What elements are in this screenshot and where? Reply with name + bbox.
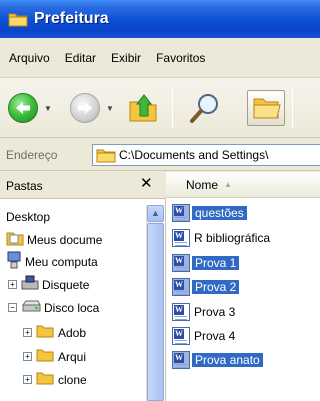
file-row-questoes[interactable]: W questões — [172, 202, 247, 224]
word-document-icon: W — [172, 278, 190, 296]
tree-item-label: Disco loca — [44, 300, 100, 315]
tree-item-meu-computador[interactable]: Meu computa — [6, 251, 98, 272]
up-folder-icon — [129, 94, 157, 122]
address-path: C:\Documents and Settings\ — [119, 148, 269, 162]
search-button[interactable] — [186, 90, 226, 126]
column-header-name[interactable]: Nome ▲ — [166, 172, 320, 198]
computer-icon — [6, 251, 22, 272]
tree-item-label: Arqui — [58, 349, 87, 364]
tree-item-meus-documentos[interactable]: Meus docume — [6, 230, 102, 249]
expand-icon[interactable]: + — [23, 352, 32, 361]
folders-icon — [253, 98, 281, 119]
forward-arrow-icon — [78, 102, 92, 114]
back-arrow-icon — [16, 102, 30, 114]
toolbar: ▼ ▼ — [0, 78, 320, 138]
tree-item-label: clone — [58, 372, 87, 387]
menu-exibir[interactable]: Exibir — [111, 51, 141, 65]
menu-editar[interactable]: Editar — [65, 51, 96, 65]
folders-pane: Pastas ✕ Desktop Meus docume Meu computa… — [0, 172, 166, 401]
file-row-prova-anato[interactable]: W Prova anato — [172, 349, 263, 371]
address-label: Endereço — [6, 147, 58, 162]
file-name: Prova 4 — [194, 329, 236, 343]
title-bar[interactable]: Prefeitura — [0, 0, 320, 38]
expand-icon[interactable]: + — [23, 328, 32, 337]
file-list-pane: Nome ▲ W questões W R bibliográfica W Pr… — [166, 172, 320, 401]
tree-item-label: Disquete — [42, 277, 90, 292]
tree-item-disco-local[interactable]: − Disco loca — [8, 299, 99, 316]
documents-folder-icon — [6, 230, 24, 249]
scroll-thumb[interactable] — [147, 223, 164, 401]
back-button[interactable] — [8, 93, 38, 123]
close-icon[interactable]: ✕ — [140, 174, 153, 192]
address-input[interactable]: C:\Documents and Settings\ — [92, 144, 320, 166]
folders-pane-header: Pastas ✕ — [0, 172, 166, 199]
scroll-up-button[interactable]: ▲ — [147, 205, 164, 222]
file-row-prova-4[interactable]: W Prova 4 — [172, 325, 237, 347]
column-header-label: Nome — [186, 178, 219, 192]
forward-button[interactable] — [70, 93, 100, 123]
menu-arquivo[interactable]: Arquivo — [9, 51, 50, 65]
folders-pane-title: Pastas — [6, 179, 43, 193]
file-name: Prova 3 — [194, 305, 236, 319]
sort-ascending-icon: ▲ — [224, 180, 232, 189]
folder-icon — [96, 147, 116, 166]
folder-icon — [36, 371, 54, 388]
menu-favoritos[interactable]: Favoritos — [156, 51, 205, 65]
toolbar-separator — [292, 88, 293, 128]
tree-item-label: Desktop — [6, 210, 51, 224]
tree-item-disquete[interactable]: + Disquete — [8, 275, 89, 294]
file-name: Prova 1 — [192, 256, 240, 270]
file-row-prova-3[interactable]: W Prova 3 — [172, 301, 237, 323]
up-folder-button[interactable] — [126, 90, 160, 126]
file-name: questões — [192, 206, 247, 220]
floppy-drive-icon — [21, 275, 39, 294]
search-icon — [190, 94, 218, 123]
collapse-icon[interactable]: − — [8, 303, 17, 312]
expand-icon[interactable]: + — [23, 375, 32, 384]
expand-icon[interactable]: + — [8, 280, 17, 289]
window-title: Prefeitura — [34, 10, 109, 27]
tree-item-arquivos[interactable]: + Arqui — [23, 348, 86, 365]
word-document-icon: W — [172, 229, 190, 247]
folder-icon — [36, 324, 54, 341]
file-row-bibliografica[interactable]: W R bibliográfica — [172, 227, 272, 249]
address-bar: Endereço C:\Documents and Settings\ — [0, 139, 320, 171]
file-row-prova-2[interactable]: W Prova 2 — [172, 276, 240, 298]
file-name: Prova anato — [192, 353, 263, 367]
tree-item-clone[interactable]: + clone — [23, 371, 87, 388]
tree-item-adobe[interactable]: + Adob — [23, 324, 86, 341]
file-row-prova-1[interactable]: W Prova 1 — [172, 252, 240, 274]
folders-button[interactable] — [247, 90, 285, 126]
tree-item-label: Adob — [58, 325, 87, 340]
word-document-icon: W — [172, 303, 190, 321]
folder-icon — [8, 11, 28, 27]
file-name: Prova 2 — [192, 280, 240, 294]
word-document-icon: W — [172, 254, 190, 272]
file-name: R bibliográfica — [194, 231, 271, 245]
hard-disk-icon — [21, 299, 41, 316]
tree-item-label: Meu computa — [25, 254, 98, 269]
back-dropdown-icon[interactable]: ▼ — [44, 104, 52, 113]
word-document-icon: W — [172, 351, 190, 369]
tree-item-desktop[interactable]: Desktop — [6, 210, 50, 224]
toolbar-separator — [172, 88, 173, 128]
menu-bar: Arquivo Editar Exibir Favoritos — [0, 38, 320, 78]
forward-dropdown-icon[interactable]: ▼ — [106, 104, 114, 113]
word-document-icon: W — [172, 204, 190, 222]
tree-item-label: Meus docume — [27, 232, 103, 247]
folder-icon — [36, 348, 54, 365]
word-document-icon: W — [172, 327, 190, 345]
folders-scrollbar[interactable]: ▲ — [146, 205, 164, 401]
